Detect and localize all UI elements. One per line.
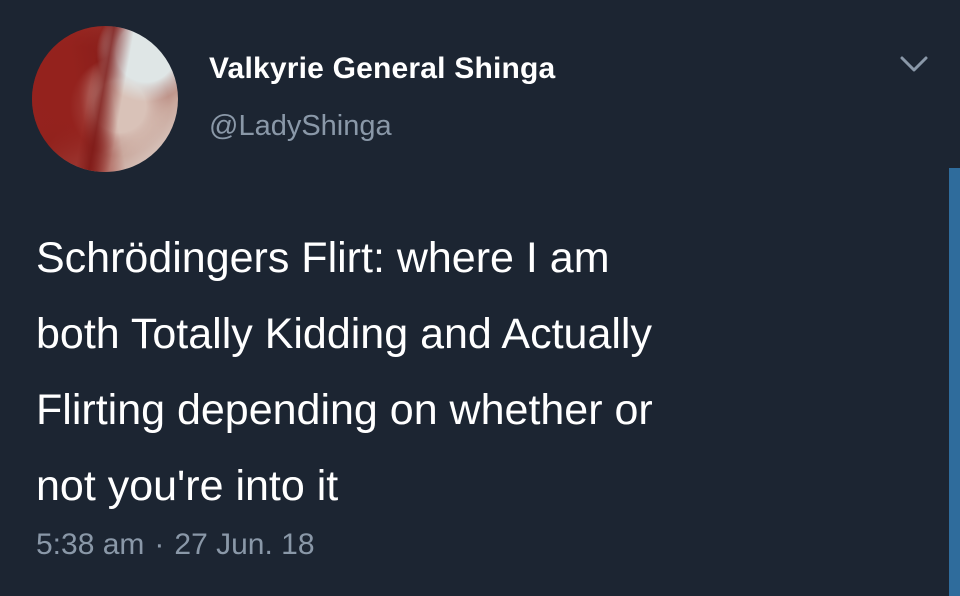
tweet-timestamp[interactable]: 5:38 am · 27 Jun. 18	[36, 528, 315, 562]
meta-separator: ·	[154, 528, 165, 561]
avatar-photo	[32, 26, 178, 172]
tweet-time: 5:38 am	[36, 528, 145, 561]
user-handle[interactable]: @LadyShinga	[209, 110, 392, 143]
avatar[interactable]	[32, 26, 178, 172]
scrollbar-thumb[interactable]	[949, 168, 960, 596]
chevron-down-icon[interactable]	[896, 52, 932, 76]
display-name[interactable]: Valkyrie General Shinga	[209, 52, 555, 86]
tweet-card: Valkyrie General Shinga @LadyShinga Schr…	[0, 0, 960, 596]
tweet-date: 27 Jun. 18	[174, 528, 315, 561]
tweet-text: Schrödingers Flirt: where I am both Tota…	[36, 234, 653, 510]
